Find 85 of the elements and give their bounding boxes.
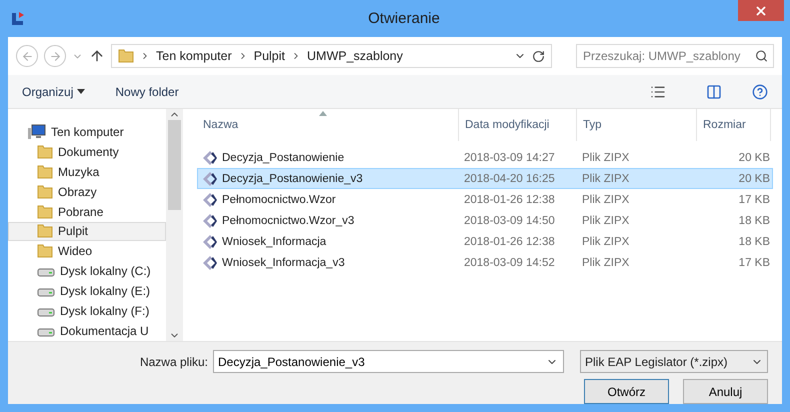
date-cell-text: 2018-01-26 12:38 [463,236,556,248]
file-name-field[interactable]: Decyzja_Postanowienie_v3 [213,350,564,373]
file-name-label: Nazwa pliku: [140,354,208,368]
sort-arrow-icon [319,111,327,116]
file-name: Decyzja_Postanowienie_v3 [222,172,363,184]
type-cell-text: Plik ZIPX [581,236,630,248]
size-cell-text: 17 KB [738,194,771,206]
file-name: Pełnomocnictwo.Wzor [222,194,336,206]
back-arrow-icon [20,50,34,62]
size-cell-text: 18 KB [738,214,771,226]
search-icon [755,50,768,62]
folder-icon [37,223,53,240]
column-header[interactable]: Nazwa [197,109,459,141]
computer-icon [28,124,46,140]
date-cell-text: 2018-04-20 16:25 [463,172,556,184]
file-row[interactable]: Pełnomocnictwo.Wzor 2018-01-26 12:38 Plik ZIPX 17 KB [197,189,773,210]
nav-item[interactable]: Ten komputer [8,122,166,142]
nav-item[interactable]: Muzyka [8,162,166,182]
file-icon [202,150,218,166]
file-icon [202,192,218,208]
date-cell-text: 2018-03-09 14:50 [463,214,556,226]
file-name: Decyzja_Postanowienie [222,152,344,164]
breadcrumb[interactable]: UMWP_szablony [307,49,403,63]
organize-menu[interactable]: Organizuj [22,84,86,98]
type-cell-text: Plik ZIPX [581,172,630,184]
nav-item[interactable]: Pobrane [8,202,166,222]
cancel-button[interactable]: Anuluj [683,379,768,404]
file-name: Wniosek_Informacja_v3 [222,256,345,268]
column-header[interactable]: Data modyfikacji [459,109,577,141]
help-icon[interactable] [752,84,768,100]
date-cell-text: 2018-01-26 12:38 [463,194,556,206]
type-cell-text: Plik ZIPX [581,214,630,226]
date-cell-text: 2018-03-09 14:52 [463,256,556,268]
file-row[interactable]: Decyzja_Postanowienie 2018-03-09 14:27 Plik ZIPX 20 KB [197,147,773,168]
nav-item[interactable]: Dysk lokalny (E:) [8,281,166,302]
size-cell-text: 20 KB [738,152,771,164]
file-icon [202,234,218,250]
breadcrumb[interactable]: Pulpit [254,49,286,63]
size-cell-text: 20 KB [738,172,771,184]
folder-icon [37,184,53,200]
breadcrumb[interactable]: Ten komputer [156,49,232,63]
column-header[interactable]: Typ [577,109,697,141]
window-title: Otwieranie [368,10,440,27]
nav-item[interactable]: Dysk lokalny (F:) [8,301,166,322]
refresh-icon[interactable] [532,50,545,62]
open-button[interactable]: Otwórz [584,379,669,404]
preview-pane-icon[interactable] [706,84,722,100]
view-list-icon[interactable] [650,84,666,100]
search-field[interactable]: Przeszukaj: UMWP_szablony [576,44,774,68]
address-bar[interactable]: Ten komputer Pulpit UMWP_szablony [111,44,552,68]
file-icon [202,254,218,270]
file-row[interactable]: Pełnomocnictwo.Wzor_v3 2018-03-09 14:50 Plik ZIPX 18 KB [197,210,773,231]
scrollbar[interactable] [166,109,183,341]
folder-icon [37,243,53,260]
type-cell-text: Plik ZIPX [581,194,630,206]
date-cell-text: 2018-03-09 14:27 [463,152,556,164]
nav-item[interactable]: Dokumentacja U [8,321,166,341]
type-cell-text: Plik ZIPX [581,256,630,268]
app-logo-icon [10,10,26,26]
nav-item[interactable]: Obrazy [8,182,166,202]
folder-icon [37,164,53,180]
folder-icon [118,48,134,64]
size-cell-text: 18 KB [738,236,771,248]
file-type-dropdown[interactable]: Plik EAP Legislator (*.zipx) [580,350,768,373]
file-name: Wniosek_Informacja [222,236,326,248]
forward-arrow-icon [48,50,62,62]
file-row[interactable]: Wniosek_Informacja 2018-01-26 12:38 Plik ZIPX 18 KB [197,231,773,252]
close-button[interactable] [738,0,784,21]
file-row[interactable]: Wniosek_Informacja_v3 2018-03-09 14:52 Plik ZIPX 17 KB [197,252,773,273]
nav-item[interactable]: Dysk lokalny (C:) [8,261,166,282]
close-icon [754,4,768,18]
nav-item[interactable]: Wideo [8,241,166,262]
file-row[interactable]: Decyzja_Postanowienie_v3 2018-04-20 16:25 Plik ZIPX 20 KB [197,168,773,189]
column-header[interactable]: Rozmiar [697,109,771,141]
caret-icon [77,89,86,94]
type-cell-text: Plik ZIPX [581,152,630,164]
file-icon [202,170,218,186]
nav-item[interactable]: Pulpit [8,222,166,242]
file-icon [202,212,218,228]
folder-icon [37,144,53,160]
file-name: Pełnomocnictwo.Wzor_v3 [222,214,354,226]
nav-item[interactable]: Dokumenty [8,142,166,162]
new-folder-button[interactable]: Nowy folder [115,84,179,98]
folder-icon [37,204,53,220]
size-cell-text: 17 KB [738,256,771,268]
